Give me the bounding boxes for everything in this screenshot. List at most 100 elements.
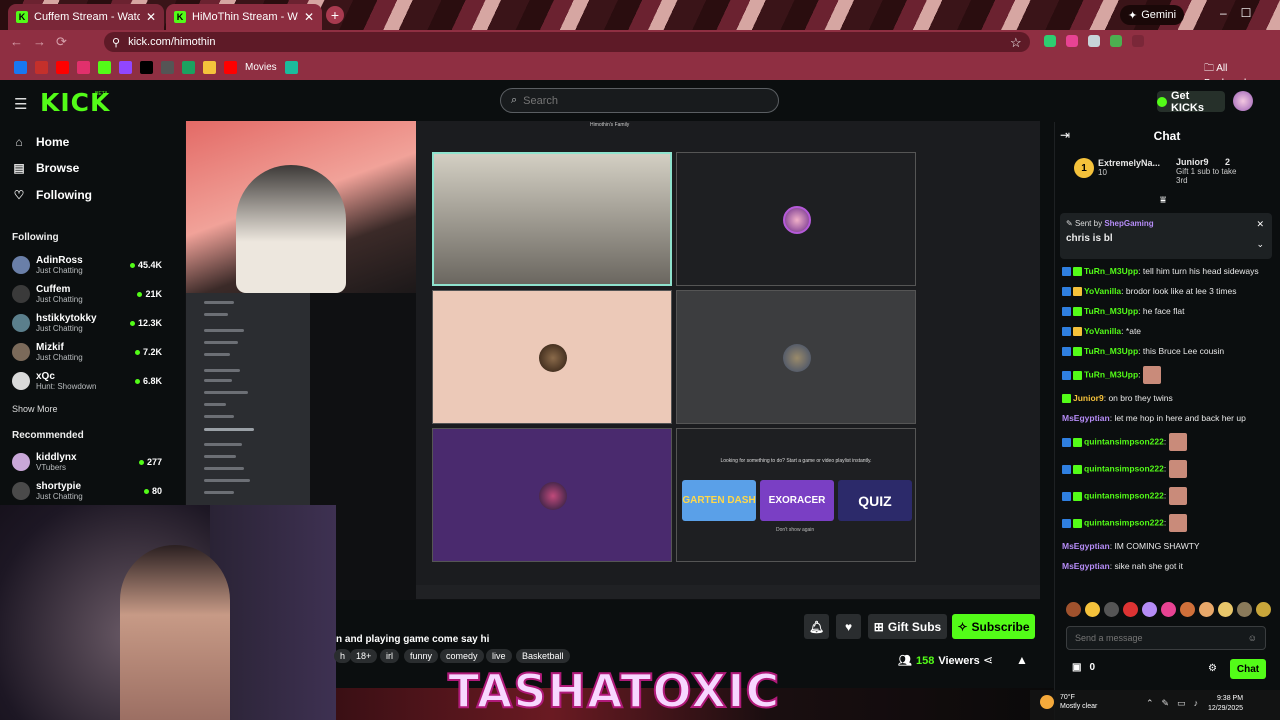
site-info-icon[interactable]: ⚲ [112,36,120,49]
chat-settings-icon[interactable]: ⚙ [1208,663,1217,674]
youtube-icon[interactable] [56,61,69,74]
chat-input[interactable] [1075,633,1235,643]
extension-icon[interactable] [1110,35,1122,47]
bookmark-icon[interactable] [161,61,174,74]
chat-emote [1168,514,1187,532]
facebook-icon[interactable] [14,61,27,74]
x-icon[interactable] [140,61,153,74]
tray-icons[interactable]: ⌃✎▭♪ [1146,698,1206,709]
search-input[interactable] [523,94,754,107]
second-gifter[interactable]: Junior9 2 Gift 1 sub to take 3rd [1176,157,1248,185]
chat-username[interactable]: quintansimpson222 [1084,463,1164,473]
new-tab-button[interactable]: + [326,6,344,24]
browser-tab-himothin[interactable]: K HiMoThin Stream - Watch Live on Kick ✕ [166,4,322,30]
send-chat-button[interactable]: Chat [1230,659,1266,679]
get-kicks-button[interactable]: Get KICKs [1157,90,1225,114]
chat-username[interactable]: Junior9 [1073,393,1104,403]
emote-icon[interactable] [1104,602,1119,617]
kicks-balance[interactable]: ▣ 0 [1072,662,1095,673]
browser-tab-cuffem[interactable]: K Cuffem Stream - Watch Live on Kick ✕ [8,4,164,30]
subscribe-button[interactable]: ✧ Subscribe [952,614,1035,639]
system-clock[interactable]: 9:38 PM 12/29/2025 [1208,694,1243,714]
chat-username[interactable]: YoVanilla [1084,326,1121,336]
chat-username[interactable]: MsEgyptian [1062,413,1110,423]
channel-mizkif[interactable]: Mizkif Just Chatting 7.2K [12,338,162,366]
notification-bell-button[interactable]: 🔔︎ [804,614,829,639]
chat-message: TuRn_M3Upp: tell him turn his head sidew… [1062,266,1272,277]
emote-icon[interactable] [1218,602,1233,617]
stream-tag[interactable]: live [486,649,512,663]
chat-username[interactable]: YoVanilla [1084,286,1121,296]
bookmark-icon[interactable] [35,61,48,74]
channel-kiddlynx[interactable]: kiddlynx VTubers 277 [12,448,162,476]
emote-icon[interactable] [1142,602,1157,617]
stream-tag[interactable]: Basketball [516,649,570,663]
chat-username[interactable]: MsEgyptian [1062,561,1110,571]
channel-xqc[interactable]: xQc Hunt: Showdown 6.8K [12,367,162,395]
chat-username[interactable]: TuRn_M3Upp [1084,369,1138,379]
expand-leaderboard-icon[interactable]: ⩸ [1160,195,1166,206]
stream-tag[interactable]: 18+ [350,649,378,663]
emote-icon[interactable] [1066,602,1081,617]
bookmark-icon[interactable] [182,61,195,74]
chat-username[interactable]: TuRn_M3Upp [1084,346,1138,356]
emote-icon[interactable] [1085,602,1100,617]
twitch-icon[interactable] [119,61,132,74]
nav-buttons[interactable]: ←→⟳ [10,34,77,50]
emote-icon[interactable] [1161,602,1176,617]
chevron-down-icon[interactable]: ⌄ [1256,239,1264,250]
chat-username[interactable]: TuRn_M3Upp [1084,306,1138,316]
share-icon[interactable]: ⋖ [983,653,993,667]
bookmark-icon[interactable] [77,61,90,74]
chat-username[interactable]: quintansimpson222 [1084,517,1164,527]
stream-tag[interactable]: comedy [440,649,484,663]
extension-icon[interactable] [1132,35,1144,47]
report-icon[interactable]: ▲ [1016,653,1028,667]
window-controls[interactable]: –☐ [1220,6,1265,20]
url-box[interactable]: ⚲ kick.com/himothin [104,32,1030,52]
emoji-icon[interactable]: ☺ [1248,633,1257,643]
emote-icon[interactable] [1180,602,1195,617]
gemini-button[interactable]: ✦ Gemini [1120,5,1185,25]
chat-username[interactable]: MsEgyptian [1062,541,1110,551]
chat-username[interactable]: quintansimpson222 [1084,490,1164,500]
sidebar-item-home[interactable]: ⌂ Home [12,132,69,152]
channel-cuffem[interactable]: Cuffem Just Chatting 21K [12,280,162,308]
tab-title: HiMoThin Stream - Watch Live on Kick [192,11,298,23]
stream-tag[interactable]: h [334,649,352,663]
channel-hstikkytokky[interactable]: hstikkytokky Just Chatting 12.3K [12,309,162,337]
stream-tag[interactable]: irl [380,649,399,663]
close-tab-icon[interactable]: ✕ [304,10,314,24]
pinned-message[interactable]: ✎ Sent by ShepGaming chris is bl ✕ ⌄ [1060,213,1272,259]
show-more-link[interactable]: Show More [12,404,58,414]
follow-button[interactable]: ♥ [836,614,861,639]
bookmark-star-icon[interactable]: ☆ [1010,35,1022,51]
bookmark-movies[interactable]: Movies [245,62,277,73]
menu-icon[interactable]: ☰ [14,95,27,113]
channel-shortypie[interactable]: shortypie Just Chatting 80 [12,477,162,505]
emote-icon[interactable] [1256,602,1271,617]
weather-widget[interactable]: 70°F Mostly clear [1040,693,1097,711]
gift-subs-button[interactable]: ⊞ Gift Subs [868,614,947,639]
search-bar[interactable]: ⌕ [500,88,779,113]
extension-icon[interactable] [1066,35,1078,47]
extension-icon[interactable] [1088,35,1100,47]
bookmark-icon[interactable] [203,61,216,74]
sidebar-item-browse[interactable]: ▤ Browse [12,158,79,178]
emote-icon[interactable] [1123,602,1138,617]
extension-icon[interactable] [1044,35,1056,47]
chat-username[interactable]: TuRn_M3Upp [1084,266,1138,276]
stream-tag[interactable]: funny [404,649,439,663]
channel-adinross[interactable]: AdinRoss Just Chatting 45.4K [12,251,162,279]
emote-icon[interactable] [1199,602,1214,617]
emote-icon[interactable] [1237,602,1252,617]
bookmark-icon[interactable] [284,61,298,74]
sidebar-item-following[interactable]: ♡ Following [12,185,92,205]
unpin-icon[interactable]: ✕ [1256,219,1264,230]
kick-icon[interactable] [98,61,111,74]
top-gifter[interactable]: 1 ExtremelyNa... 10 [1074,158,1160,178]
chat-input-box[interactable]: ☺ [1066,626,1266,650]
close-tab-icon[interactable]: ✕ [146,10,156,24]
chat-username[interactable]: quintansimpson222 [1084,436,1164,446]
user-avatar[interactable] [1233,91,1253,111]
